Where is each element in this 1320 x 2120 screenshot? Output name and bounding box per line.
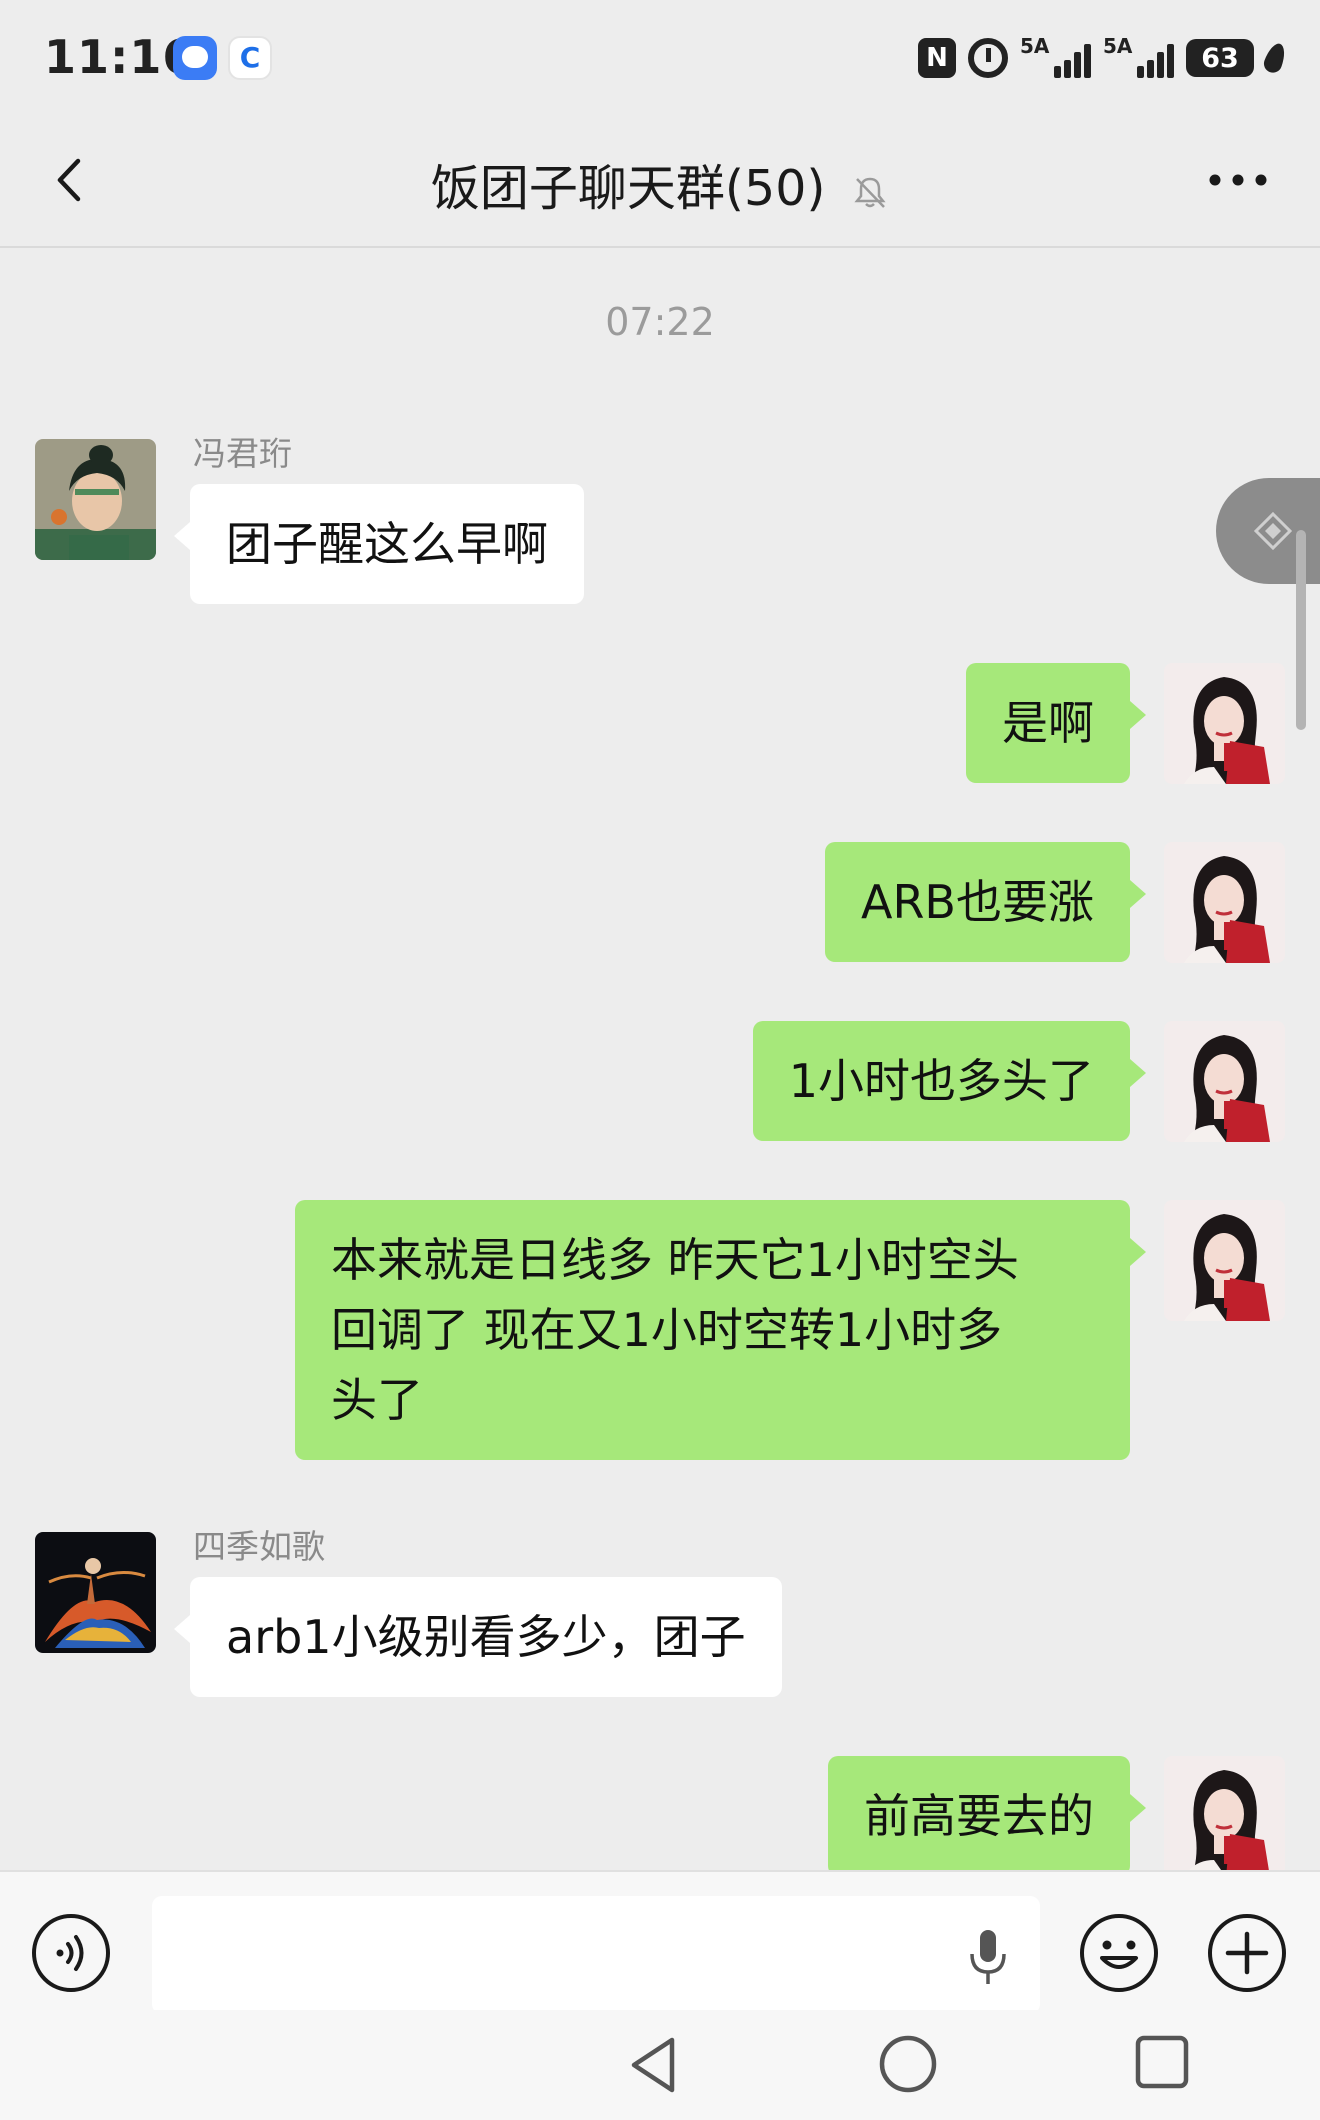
diamond-icon	[1254, 512, 1292, 550]
page-title: 饭团子聊天群(50)	[0, 149, 1320, 220]
system-nav-bar	[0, 2010, 1320, 2120]
browser-app-icon	[228, 36, 272, 80]
chat-header: 饭团子聊天群(50)	[0, 115, 1320, 248]
input-bar	[0, 1870, 1320, 2014]
more-icon[interactable]	[1208, 173, 1268, 187]
battery-icon: 63	[1186, 39, 1254, 77]
avatar-self[interactable]	[1164, 1021, 1285, 1142]
mute-bell-icon	[854, 177, 886, 208]
power-saving-icon	[1261, 40, 1289, 76]
message-line: 本来就是日线多 昨天它1小时空头	[331, 1233, 1019, 1287]
signal-label-2: 5A	[1103, 34, 1133, 58]
avatar-siji[interactable]	[35, 1532, 156, 1653]
messages-app-icon	[173, 36, 217, 80]
message-timestamp: 07:22	[605, 300, 715, 344]
sender-name: 四季如歌	[193, 1527, 325, 1566]
message-bubble-out[interactable]: ARB也要涨	[825, 842, 1146, 962]
signal-label-1: 5A	[1020, 34, 1050, 58]
avatar-self[interactable]	[1164, 663, 1285, 784]
message-bubble-in[interactable]: arb1小级别看多少，团子	[174, 1577, 782, 1697]
avatar-feng[interactable]	[35, 439, 156, 560]
voice-icon[interactable]	[30, 1912, 112, 1994]
message-bubble-out[interactable]: 前高要去的	[828, 1756, 1146, 1870]
message-bubble-out[interactable]: 是啊	[966, 663, 1146, 783]
message-bubble-out[interactable]: 本来就是日线多 昨天它1小时空头 回调了 现在又1小时空转1小时多 头了	[295, 1200, 1146, 1460]
avatar-self[interactable]	[1164, 1756, 1285, 1870]
message-line: 头了	[331, 1373, 423, 1427]
message-bubble-in[interactable]: 团子醒这么早啊	[174, 484, 584, 604]
scrollbar[interactable]	[1296, 530, 1306, 730]
message-line: 回调了 现在又1小时空转1小时多	[331, 1303, 1003, 1357]
avatar-self[interactable]	[1164, 842, 1285, 963]
emoji-icon[interactable]	[1078, 1912, 1160, 1994]
status-bar: 11:16 N 5A 5A 63	[0, 0, 1320, 115]
nav-home-icon[interactable]	[878, 2034, 938, 2094]
plus-icon[interactable]	[1206, 1912, 1288, 1994]
signal-icon-2: 5A	[1103, 34, 1174, 78]
nav-back-icon[interactable]	[626, 2034, 680, 2096]
sender-name: 冯君珩	[193, 434, 292, 473]
message-input[interactable]	[152, 1896, 1040, 2014]
status-indicators: N 5A 5A 63	[918, 34, 1289, 82]
signal-icon-1: 5A	[1020, 34, 1091, 78]
alarm-icon	[968, 38, 1008, 78]
mic-icon[interactable]	[964, 1928, 1012, 1986]
nfc-icon: N	[918, 38, 956, 78]
nav-recent-icon[interactable]	[1134, 2034, 1190, 2090]
group-name: 饭团子聊天群(50)	[430, 160, 826, 217]
chat-messages[interactable]: 07:22 冯君珩 团子醒这么早啊 是啊 ARB也要涨 1小时也多头了 本来就是…	[0, 250, 1320, 1870]
avatar-self[interactable]	[1164, 1200, 1285, 1321]
message-bubble-out[interactable]: 1小时也多头了	[752, 1021, 1147, 1141]
